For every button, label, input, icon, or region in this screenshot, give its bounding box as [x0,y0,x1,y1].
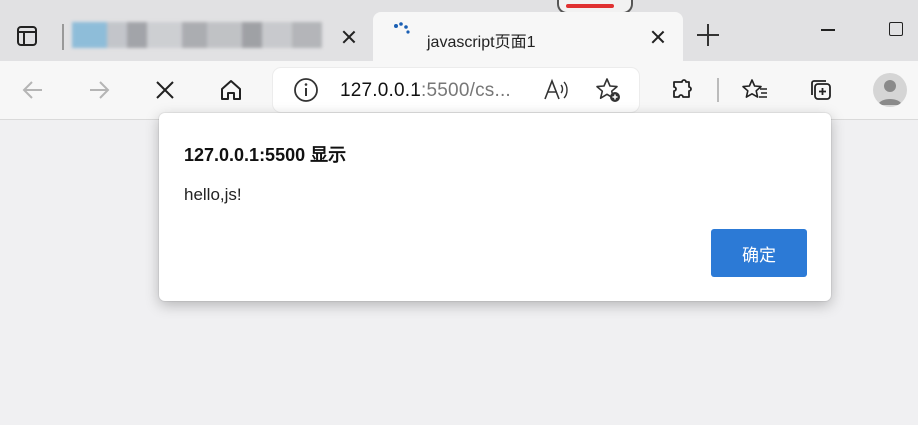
url-text: 127.0.0.1:5500/cs... [340,80,511,102]
collections-icon[interactable] [807,76,835,104]
minimize-icon[interactable] [818,20,838,40]
dialog-title: 127.0.0.1:5500 显示 [184,145,347,165]
loading-spinner-icon [394,22,410,34]
browser-toolbar: 127.0.0.1:5500/cs... [0,61,918,120]
back-arrow-icon[interactable] [19,76,47,104]
forward-arrow-icon[interactable] [85,76,113,104]
new-tab-button[interactable] [697,24,719,46]
extensions-icon[interactable] [668,76,696,104]
close-tab-icon[interactable] [648,27,668,47]
add-favorite-icon[interactable] [594,76,622,104]
ok-button[interactable]: 确定 [711,229,807,277]
address-bar[interactable]: 127.0.0.1:5500/cs... [273,68,639,112]
alert-dialog: 127.0.0.1:5500 显示 hello,js! 确定 [159,113,831,301]
home-icon[interactable] [217,76,245,104]
close-tab-icon[interactable] [339,27,359,47]
stop-loading-icon[interactable] [151,76,179,104]
tab-actions-icon[interactable] [13,22,41,50]
blurred-tab-title [72,22,322,48]
dialog-message: hello,js! [184,185,242,204]
url-host: 127.0.0.1 [340,80,422,101]
profile-avatar[interactable] [873,73,907,107]
tab-inactive[interactable] [62,12,368,61]
site-info-icon[interactable] [292,76,320,104]
tab-active[interactable]: javascript页面1 [373,12,683,61]
toolbar-divider [717,78,719,102]
tab-strip: javascript页面1 [0,0,918,61]
read-aloud-icon[interactable] [542,76,570,104]
url-path: :5500/cs... [421,80,511,101]
maximize-icon[interactable] [886,20,906,40]
tab-title: javascript页面1 [427,34,536,51]
favorites-icon[interactable] [741,76,769,104]
